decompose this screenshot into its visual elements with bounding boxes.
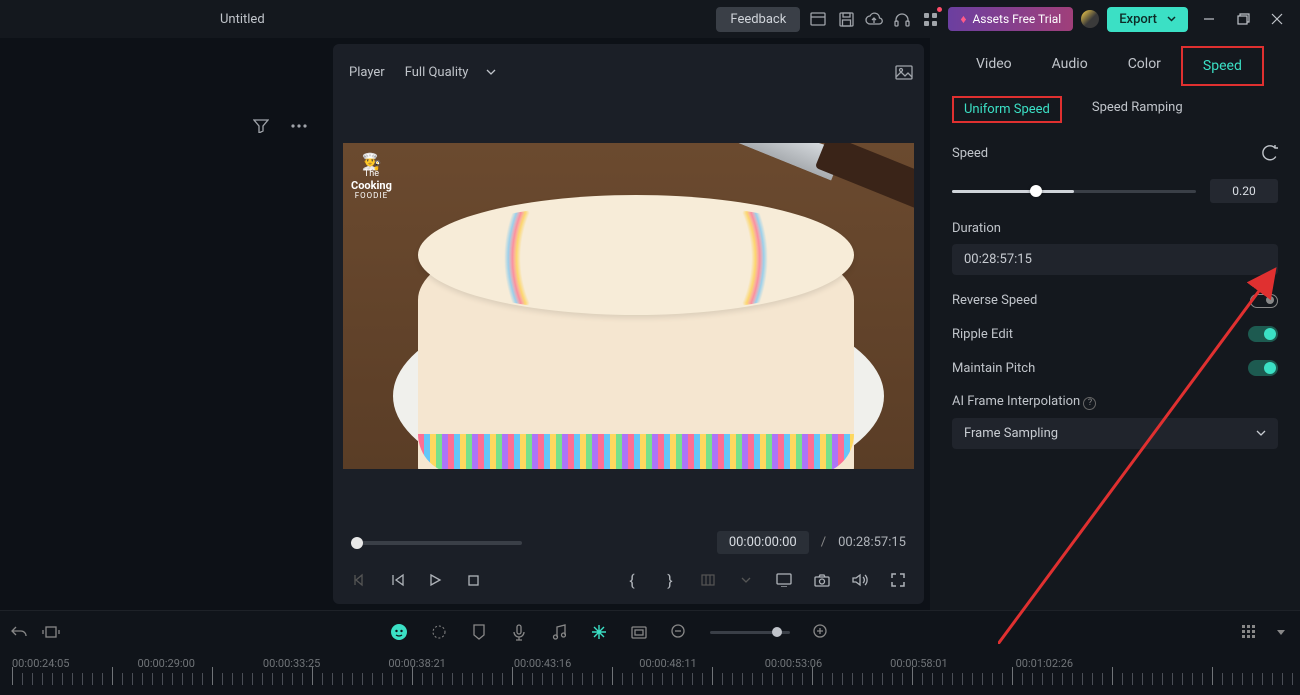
headphones-icon[interactable] [892, 9, 912, 29]
quality-selector[interactable]: Full Quality [397, 61, 505, 84]
speed-value-input[interactable]: 0.20 [1210, 179, 1278, 203]
timeline: 00:00:24:05 00:00:29:00 00:00:33:25 00:0… [0, 610, 1300, 695]
effects-icon[interactable] [590, 623, 608, 641]
assets-trial-button[interactable]: ♦Assets Free Trial [948, 7, 1073, 31]
cloud-icon[interactable] [864, 9, 884, 29]
close-icon[interactable] [1264, 9, 1290, 29]
reset-speed-icon[interactable] [1262, 145, 1278, 161]
video-preview[interactable]: 👨‍🍳 The Cooking FOODIE [343, 94, 914, 517]
inspector-panel: Video Audio Color Speed Uniform Speed Sp… [930, 38, 1300, 610]
tab-color[interactable]: Color [1108, 46, 1181, 86]
music-icon[interactable] [550, 623, 568, 641]
gem-icon: ♦ [960, 12, 966, 26]
zoom-out-icon[interactable] [670, 623, 688, 641]
maintain-pitch-toggle[interactable] [1248, 360, 1278, 376]
camera-icon[interactable] [812, 570, 832, 590]
ai-frame-label: AI Frame Interpolation ? [952, 394, 1096, 410]
display-icon[interactable] [774, 570, 794, 590]
stop-icon[interactable] [463, 570, 483, 590]
marker-icon[interactable] [470, 623, 488, 641]
minimize-icon[interactable] [1196, 9, 1222, 29]
reverse-speed-toggle[interactable] [1250, 294, 1278, 308]
volume-icon[interactable] [850, 570, 870, 590]
ai-portrait-icon[interactable] [390, 623, 408, 641]
play-icon[interactable] [425, 570, 445, 590]
project-title: Untitled [220, 12, 265, 27]
player-panel: Player Full Quality [333, 44, 924, 604]
duration-label: Duration [952, 221, 1278, 236]
speed-label: Speed [952, 146, 988, 161]
speed-slider[interactable] [952, 190, 1196, 193]
chevron-down-icon [1167, 16, 1176, 22]
reverse-speed-label: Reverse Speed [952, 293, 1037, 308]
ripple-edit-toggle[interactable] [1248, 326, 1278, 342]
video-watermark: 👨‍🍳 The Cooking FOODIE [351, 153, 392, 201]
grid-view-icon[interactable] [1240, 623, 1258, 641]
mark-in-icon[interactable]: { [622, 570, 642, 590]
chevron-down-icon [1256, 430, 1266, 436]
crop-tool-icon[interactable] [630, 623, 648, 641]
mic-icon[interactable] [510, 623, 528, 641]
zoom-in-icon[interactable] [812, 623, 830, 641]
dropdown-icon[interactable] [1272, 623, 1290, 641]
tab-speed-ramping[interactable]: Speed Ramping [1082, 96, 1193, 123]
timeline-ruler[interactable]: 00:00:24:05 00:00:29:00 00:00:33:25 00:0… [0, 653, 1300, 693]
duration-input[interactable] [952, 244, 1278, 275]
playback-progress-slider[interactable] [351, 541, 522, 545]
player-label: Player [349, 65, 385, 80]
tab-uniform-speed[interactable]: Uniform Speed [952, 96, 1062, 123]
save-icon[interactable] [836, 9, 856, 29]
ai-frame-select[interactable]: Frame Sampling [952, 418, 1278, 449]
chevron-down-icon [486, 69, 496, 75]
tab-video[interactable]: Video [956, 46, 1032, 86]
prev-frame-icon [349, 570, 369, 590]
maximize-icon[interactable] [1230, 9, 1256, 29]
apps-icon[interactable] [920, 9, 940, 29]
feedback-button[interactable]: Feedback [716, 7, 800, 32]
snapshot-icon[interactable] [894, 62, 914, 82]
help-icon[interactable]: ? [1083, 397, 1096, 410]
tab-speed[interactable]: Speed [1181, 46, 1264, 86]
clip-box-icon[interactable] [42, 623, 60, 641]
adjust-icon[interactable] [430, 623, 448, 641]
more-icon[interactable] [289, 116, 309, 136]
step-back-icon[interactable] [387, 570, 407, 590]
compare-chevron-icon [736, 570, 756, 590]
topbar: Untitled Feedback ♦Assets Free Trial Exp… [0, 0, 1300, 38]
aspect-ratio-icon[interactable] [808, 9, 828, 29]
total-time-display: 00:28:57:15 [838, 535, 906, 550]
tab-audio[interactable]: Audio [1032, 46, 1108, 86]
filter-icon[interactable] [251, 116, 271, 136]
fullscreen-icon[interactable] [888, 570, 908, 590]
undo-icon[interactable] [10, 623, 28, 641]
theme-toggle-icon[interactable] [1081, 10, 1099, 28]
current-time-display[interactable]: 00:00:00:00 [717, 531, 809, 554]
zoom-slider[interactable] [710, 631, 790, 634]
crop-icon [698, 570, 718, 590]
export-button[interactable]: Export [1107, 7, 1188, 32]
mark-out-icon[interactable]: } [660, 570, 680, 590]
ripple-edit-label: Ripple Edit [952, 327, 1013, 342]
media-panel [0, 38, 327, 610]
maintain-pitch-label: Maintain Pitch [952, 361, 1035, 376]
